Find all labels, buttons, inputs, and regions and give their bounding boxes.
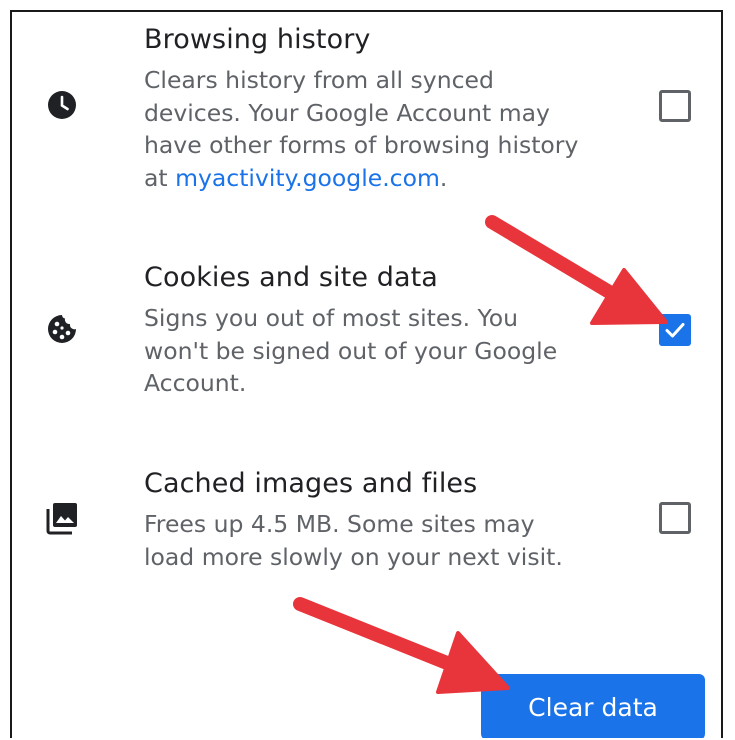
cached-images-files-description: Frees up 4.5 MB. Some sites may load mor… [144, 508, 563, 573]
cached-desc-line: load more slowly on your next visit. [144, 542, 563, 571]
cookies-site-data-title: Cookies and site data [144, 262, 438, 293]
cached-desc-line: Frees up 4.5 MB. Some sites may [144, 510, 535, 538]
cookies-site-data-checkbox[interactable] [659, 314, 691, 346]
checkmark-icon [665, 323, 685, 338]
desc-suffix: . [439, 163, 448, 192]
cookies-desc-line: won't be signed out of your Google [144, 336, 558, 365]
cookies-site-data-description: Signs you out of most sites. You won't b… [144, 302, 557, 400]
clear-browsing-data-panel: Browsing history Clears history from all… [10, 10, 723, 738]
myactivity-link[interactable]: myactivity.google.com [175, 164, 440, 192]
browsing-history-description: Clears history from all synced devices. … [144, 64, 578, 194]
clear-data-button[interactable]: Clear data [481, 674, 705, 738]
cached-images-files-checkbox[interactable] [659, 502, 691, 534]
browsing-history-desc-line: have other forms of browsing history [144, 131, 579, 159]
image-stack-icon [42, 498, 82, 538]
browsing-history-desc-line: Clears history from all synced [144, 66, 494, 94]
clock-icon [42, 85, 82, 125]
cookie-icon [42, 309, 82, 349]
cached-images-files-title: Cached images and files [144, 468, 478, 499]
browsing-history-title: Browsing history [144, 24, 371, 55]
cookies-desc-line: Signs you out of most sites. You [144, 304, 519, 332]
browsing-history-desc-line: at myactivity.google.com. [144, 162, 578, 195]
cookies-desc-line: Account. [144, 369, 247, 397]
browsing-history-desc-line: devices. Your Google Account may [144, 98, 550, 127]
desc-prefix: at [144, 163, 176, 192]
browsing-history-checkbox[interactable] [659, 90, 691, 122]
